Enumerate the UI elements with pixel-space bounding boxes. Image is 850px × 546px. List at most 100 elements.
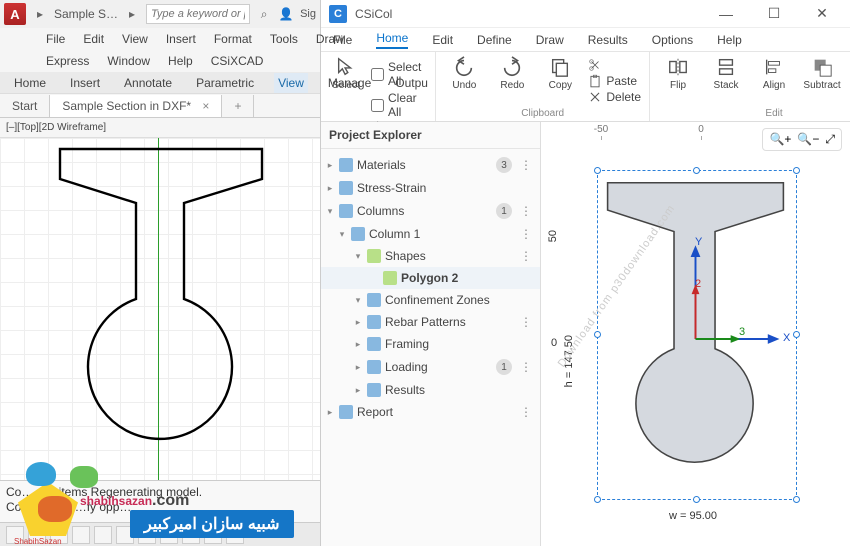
acad-menubar: File Edit View Insert Format Tools Draw xyxy=(0,28,320,50)
axis-y-label: Y xyxy=(695,236,702,248)
menu-format[interactable]: Format xyxy=(214,32,252,46)
status-btn[interactable] xyxy=(160,526,178,544)
tree-polygon2[interactable]: Polygon 2 xyxy=(321,267,540,289)
kebab-icon[interactable]: ⋮ xyxy=(516,227,536,241)
paste-button[interactable]: Paste xyxy=(588,74,641,88)
axis-x-label: X xyxy=(783,332,790,344)
acad-menubar2: Express Window Help CSiXCAD xyxy=(0,50,320,72)
acad-search-input[interactable] xyxy=(146,4,250,24)
csi-menu-define[interactable]: Define xyxy=(477,33,512,47)
stress-icon xyxy=(339,181,353,195)
acad-sign-label[interactable]: Sig xyxy=(300,8,316,20)
wireframe-label[interactable]: [–][Top][2D Wireframe] xyxy=(0,118,320,137)
status-btn[interactable] xyxy=(226,526,244,544)
undo-label: Undo xyxy=(452,80,476,91)
menu-view[interactable]: View xyxy=(122,32,148,46)
menu-window[interactable]: Window xyxy=(107,54,150,68)
user-icon[interactable]: 👤 xyxy=(278,6,294,22)
flip-button[interactable]: Flip xyxy=(658,56,698,91)
kebab-icon[interactable]: ⋮ xyxy=(516,360,536,374)
csi-viewport[interactable]: 🔍+ 🔍− ⤢ -50 0 50 0 xyxy=(541,122,850,546)
ribbon-annotate[interactable]: Annotate xyxy=(120,73,176,93)
menu-help[interactable]: Help xyxy=(168,54,193,68)
confinement-icon xyxy=(367,293,381,307)
doctab-close-icon[interactable]: × xyxy=(202,99,209,113)
doctab-start[interactable]: Start xyxy=(0,95,50,117)
explorer-tree[interactable]: ▸Materials3⋮ ▸Stress-Strain ▾Columns1⋮ ▾… xyxy=(321,149,540,546)
tree-shapes[interactable]: ▾Shapes⋮ xyxy=(321,245,540,267)
ribbon-manage[interactable]: Manage xyxy=(324,73,375,93)
dropdown-icon[interactable]: ▸ xyxy=(32,6,48,22)
menu-file[interactable]: File xyxy=(46,32,65,46)
search-icon[interactable]: ⌕ xyxy=(256,6,272,22)
status-btn[interactable] xyxy=(116,526,134,544)
csi-menu-help[interactable]: Help xyxy=(717,33,742,47)
tree-column1[interactable]: ▾Column 1⋮ xyxy=(321,223,540,245)
tree-rebar[interactable]: ▸Rebar Patterns⋮ xyxy=(321,311,540,333)
close-button[interactable]: ✕ xyxy=(802,5,842,22)
align-button[interactable]: Align xyxy=(754,56,794,91)
undo-button[interactable]: Undo xyxy=(444,56,484,91)
tree-results[interactable]: ▸Results xyxy=(321,379,540,401)
status-btn[interactable] xyxy=(94,526,112,544)
minimize-button[interactable]: — xyxy=(706,6,746,22)
subtract-button[interactable]: Subtract xyxy=(802,56,842,91)
status-btn[interactable] xyxy=(50,526,68,544)
csi-menu-draw[interactable]: Draw xyxy=(536,33,564,47)
tree-stress-strain[interactable]: ▸Stress-Strain xyxy=(321,177,540,199)
ribbon-home[interactable]: Home xyxy=(10,73,50,93)
doctab-active[interactable]: Sample Section in DXF* × xyxy=(50,95,222,117)
kebab-icon[interactable]: ⋮ xyxy=(516,315,536,329)
tree-report[interactable]: ▸Report⋮ xyxy=(321,401,540,423)
delete-button[interactable]: Delete xyxy=(588,90,641,104)
menu-express[interactable]: Express xyxy=(46,54,89,68)
tree-confinement[interactable]: ▾Confinement Zones xyxy=(321,289,540,311)
stack-button[interactable]: Stack xyxy=(706,56,746,91)
ribbon-insert[interactable]: Insert xyxy=(66,73,104,93)
ribbon-output[interactable]: Outpu xyxy=(391,73,432,93)
tree-materials[interactable]: ▸Materials3⋮ xyxy=(321,153,540,177)
tree-loading[interactable]: ▸Loading1⋮ xyxy=(321,355,540,379)
status-btn[interactable] xyxy=(204,526,222,544)
kebab-icon[interactable]: ⋮ xyxy=(516,249,536,263)
csi-menu-edit[interactable]: Edit xyxy=(432,33,453,47)
polygon-icon xyxy=(383,271,397,285)
menu-csixcad[interactable]: CSiXCAD xyxy=(211,54,264,68)
csi-menu-home[interactable]: Home xyxy=(376,31,408,49)
recent-icon[interactable]: ▸ xyxy=(124,6,140,22)
redo-button[interactable]: Redo xyxy=(492,56,532,91)
copy-button[interactable]: Copy xyxy=(540,56,580,91)
ribbon-view[interactable]: View xyxy=(274,73,308,93)
kebab-icon[interactable]: ⋮ xyxy=(516,405,536,419)
doctab-add[interactable]: + xyxy=(222,95,254,117)
clear-all-checkbox[interactable]: Clear All xyxy=(371,91,427,119)
zoom-out-button[interactable]: 🔍− xyxy=(797,132,819,147)
acad-statusbar xyxy=(0,522,320,546)
acad-logo[interactable]: A xyxy=(4,3,26,25)
maximize-button[interactable]: ☐ xyxy=(754,5,794,22)
menu-edit[interactable]: Edit xyxy=(83,32,104,46)
viewport-canvas[interactable]: 50 0 xyxy=(549,140,842,538)
tree-columns[interactable]: ▾Columns1⋮ xyxy=(321,199,540,223)
zoom-fit-button[interactable]: ⤢ xyxy=(825,132,835,147)
csi-menu-options[interactable]: Options xyxy=(652,33,693,47)
report-icon xyxy=(339,405,353,419)
acad-command-line[interactable]: Co… … items Regenerating model. Command:… xyxy=(0,480,320,522)
status-btn[interactable] xyxy=(138,526,156,544)
status-btn[interactable] xyxy=(72,526,90,544)
status-btn[interactable] xyxy=(28,526,46,544)
status-btn[interactable] xyxy=(182,526,200,544)
status-btn[interactable] xyxy=(6,526,24,544)
menu-tools[interactable]: Tools xyxy=(270,32,298,46)
menu-insert[interactable]: Insert xyxy=(166,32,196,46)
acad-canvas[interactable] xyxy=(0,137,320,480)
kebab-icon[interactable]: ⋮ xyxy=(516,158,536,172)
cut-button[interactable] xyxy=(588,58,641,72)
csi-menu-results[interactable]: Results xyxy=(588,33,628,47)
kebab-icon[interactable]: ⋮ xyxy=(516,204,536,218)
menu-draw[interactable]: Draw xyxy=(316,32,344,46)
ruler-tick-0: 0 xyxy=(698,124,704,135)
tree-framing[interactable]: ▸Framing xyxy=(321,333,540,355)
ribbon-parametric[interactable]: Parametric xyxy=(192,73,258,93)
zoom-in-button[interactable]: 🔍+ xyxy=(769,132,791,147)
